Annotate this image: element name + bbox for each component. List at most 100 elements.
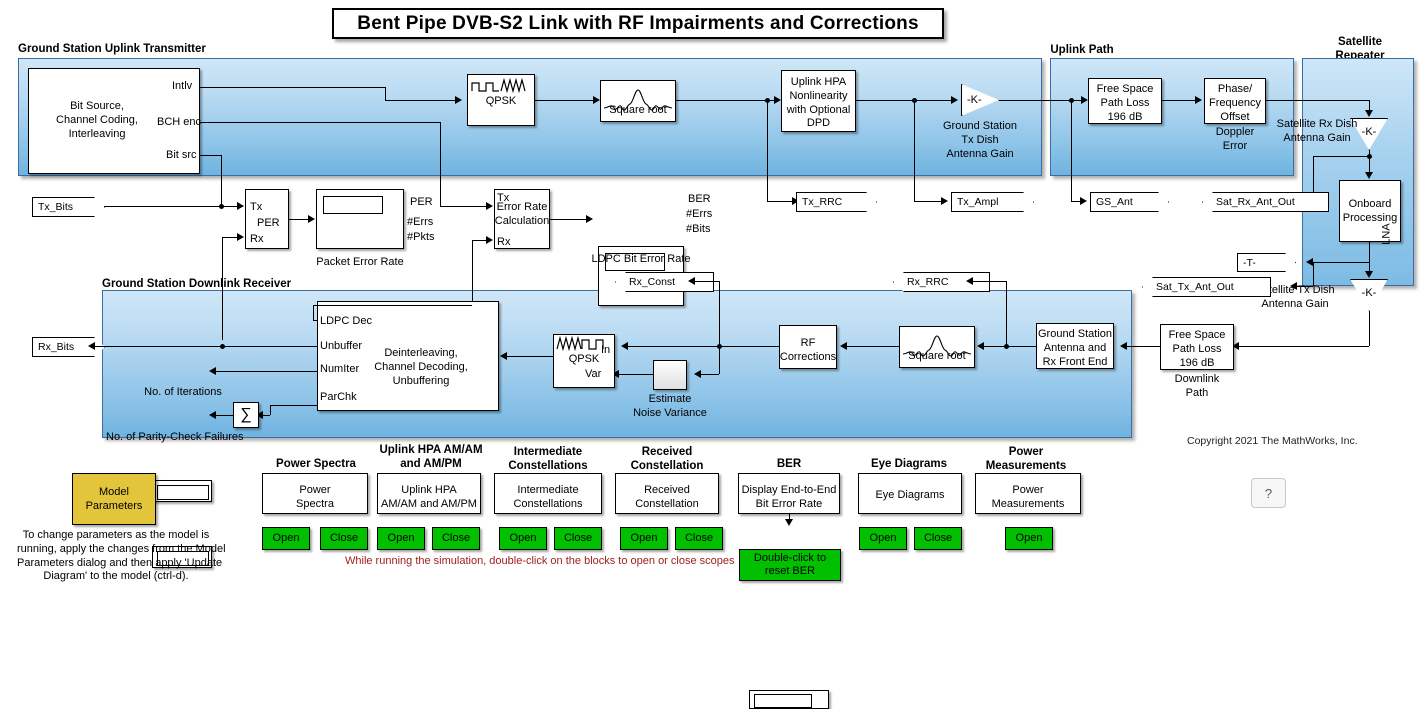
wire-intlv-h2 — [385, 100, 455, 101]
fspl-down-line1: Free Space — [1168, 329, 1226, 341]
close-button-eye-diagrams[interactable]: Close — [914, 527, 962, 550]
wire-gsrx-to-sqrt — [983, 346, 1036, 347]
model-note-line2: running, apply the changes from the Mode… — [17, 542, 226, 555]
subsystem-satellite-repeater[interactable] — [1302, 58, 1414, 286]
display-num-iterations[interactable] — [152, 480, 212, 502]
open-button-eye-diagrams[interactable]: Open — [859, 527, 907, 550]
tag-rx-rrc[interactable]: Rx_RRC — [893, 272, 990, 292]
wire-rxconst-v — [719, 281, 720, 346]
ldpc-port-numiter: NumIter — [320, 363, 360, 375]
sat-tx-gain-line2: Antenna Gain — [1261, 297, 1329, 310]
gsrx-line3: Rx Front End — [1042, 355, 1108, 368]
block-satellite-tx-dish-gain[interactable]: -K- — [1350, 279, 1388, 311]
open-button-power-spectra[interactable]: Open — [262, 527, 310, 550]
wire-erc-to-ber — [550, 219, 588, 220]
ldpc-port-unbuffer: Unbuffer — [320, 340, 362, 352]
tag-rx-const[interactable]: Rx_Const — [615, 272, 714, 292]
power-spectra-line1: Power — [299, 484, 331, 496]
reset-ber-line1: Double-click to — [753, 551, 827, 564]
scope-group-title-power-meas-2: Measurements — [985, 460, 1067, 472]
tag-tx-ampl[interactable]: Tx_Ampl — [951, 192, 1034, 212]
ldpc-line2: Channel Decoding, — [374, 360, 468, 373]
tag-temperature[interactable]: -T- — [1237, 253, 1296, 272]
interm-const-line1: Intermediate — [517, 484, 579, 496]
scope-group-title-power-spectra: Power Spectra — [276, 458, 356, 470]
hpa-line3: with Optional — [786, 103, 851, 116]
block-gs-tx-dish-gain-caption: Ground Station Tx Dish Antenna Gain — [928, 120, 1032, 161]
arrow-into-rxconst-tag — [688, 277, 695, 285]
open-button-received-constellation[interactable]: Open — [620, 527, 668, 550]
wire-fsplup-to-pfo — [1162, 100, 1197, 101]
close-button-power-spectra[interactable]: Close — [320, 527, 368, 550]
wire-parchk-h2 — [262, 415, 270, 416]
close-button-received-constellation[interactable]: Close — [675, 527, 723, 550]
port-label-bit-src: Bit src — [166, 149, 197, 161]
display-packet-error-rate-readout — [323, 196, 383, 214]
wire-bch-h — [200, 122, 440, 123]
wire-per-rx-v — [222, 237, 223, 340]
wire-noiseest-to-qpsk-var — [618, 374, 653, 375]
display-ldpc-ber-caption: LDPC Bit Error Rate — [591, 253, 691, 265]
panel-label-uplink-path: Uplink Path — [1050, 44, 1114, 56]
reset-ber-button[interactable]: Double-click to reset BER — [739, 549, 841, 581]
block-qpsk-demodulator-label: QPSK — [568, 353, 600, 365]
block-eye-diagrams-label: Eye Diagrams — [875, 489, 945, 501]
open-button-intermediate-constellations[interactable]: Open — [499, 527, 547, 550]
scope-group-title-uplink-hpa-2: and AM/PM — [400, 458, 462, 470]
open-button-uplink-hpa[interactable]: Open — [377, 527, 425, 550]
noiseest-cap1: Estimate — [648, 393, 692, 405]
tag-tx-rrc[interactable]: Tx_RRC — [796, 192, 877, 212]
tag-sat-rx-ant-out[interactable]: Sat_Rx_Ant_Out — [1202, 192, 1329, 212]
wire-rxrrc-h — [971, 281, 1006, 282]
block-fspl-uplink-label: Free Space Path Loss 196 dB — [1088, 83, 1162, 124]
tag-gs-ant[interactable]: GS_Ant — [1090, 192, 1169, 212]
hpa-scope-line1: Uplink HPA — [401, 484, 457, 496]
block-estimate-noise-variance[interactable] — [653, 360, 687, 390]
block-gs-tx-dish-gain[interactable]: -K- — [961, 84, 999, 116]
fspl-down-line2: Path Loss — [1172, 342, 1222, 355]
block-phase-freq-offset-label: Phase/ Frequency Offset — [1204, 83, 1266, 124]
display-end-to-end-ber-readout[interactable] — [749, 690, 829, 709]
scope-group-title-uplink-hpa-1: Uplink HPA AM/AM — [379, 444, 483, 456]
erc-line2: Calculation — [494, 214, 550, 227]
wire-hpa-to-gain — [856, 100, 955, 101]
arrow-into-gs-tx-gain — [951, 96, 958, 104]
ber-out-errs: #Errs — [686, 208, 713, 220]
wire-ldpcdec-to-erc — [313, 305, 472, 306]
block-phase-freq-offset-caption: Doppler Error — [1204, 126, 1266, 154]
open-button-power-measurements[interactable]: Open — [1005, 527, 1053, 550]
tag-sat-tx-ant-out[interactable]: Sat_Tx_Ant_Out — [1142, 277, 1271, 297]
close-button-uplink-hpa[interactable]: Close — [432, 527, 480, 550]
bit-source-line2: Channel Coding, — [56, 113, 138, 126]
hpa-scope-line2: AM/AM and AM/PM — [381, 497, 477, 510]
onboard-line2: Processing — [1342, 211, 1398, 224]
scope-group-title-received-2: Constellation — [630, 460, 704, 472]
model-parameters-line1: Model — [99, 485, 129, 498]
wire-sum-to-display — [215, 415, 233, 416]
wire-ldpcdec-v — [313, 305, 314, 320]
model-parameters-button[interactable]: Model Parameters — [72, 473, 156, 525]
help-button[interactable]: ? — [1251, 478, 1286, 508]
recv-const-line1: Received — [644, 484, 690, 496]
close-button-intermediate-constellations[interactable]: Close — [554, 527, 602, 550]
pfo-cap1: Doppler — [1215, 126, 1255, 138]
block-uplink-hpa-scope-label: Uplink HPA AM/AM and AM/PM — [377, 484, 481, 512]
tag-tx-bits[interactable]: Tx_Bits — [32, 197, 105, 217]
pfo-cap2: Error — [1222, 139, 1248, 152]
wire-txampl-v — [914, 100, 915, 201]
fspl-up-line3: 196 dB — [1107, 110, 1143, 123]
block-sum[interactable]: ∑ — [233, 402, 259, 428]
hpa-line1: Uplink HPA — [790, 76, 847, 88]
wire-parchk-v — [270, 405, 271, 415]
block-rf-corrections-label: RF Corrections — [779, 337, 837, 365]
gs-tx-gain-line2: Tx Dish — [961, 133, 999, 146]
arrow-into-txampl-tag — [941, 197, 948, 205]
gs-tx-gain-line3: Antenna Gain — [946, 147, 1014, 160]
arrow-into-temp-tag — [1306, 258, 1313, 266]
gsrx-line2: Antenna and — [1043, 341, 1107, 354]
sat-rx-gain-line1: Satellite Rx Dish — [1276, 118, 1358, 130]
display-num-iterations-readout — [157, 485, 209, 500]
wire-rxrrc-v — [1006, 281, 1007, 346]
display-packet-error-rate[interactable] — [316, 189, 404, 249]
fspl-up-line2: Path Loss — [1100, 96, 1150, 109]
